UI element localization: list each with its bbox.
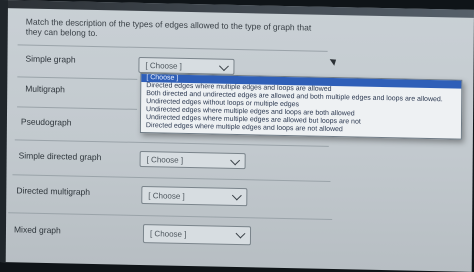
- select-value: [ Choose ]: [148, 190, 185, 201]
- window-left-bar: [0, 0, 9, 263]
- divider: [12, 174, 331, 182]
- divider: [8, 212, 333, 220]
- chevron-down-icon: [219, 61, 229, 72]
- label-multigraph: Multigraph: [25, 83, 65, 95]
- divider: [14, 139, 329, 147]
- select-value: [ Choose ]: [145, 60, 182, 71]
- label-simple-graph: Simple graph: [25, 53, 76, 65]
- label-mixed-graph: Mixed graph: [13, 224, 61, 236]
- question-text: Match the description of the types of ed…: [25, 16, 312, 39]
- dropdown-options-list: [ Choose ] Directed edges where multiple…: [139, 72, 463, 140]
- window-top-strip: [0, 0, 474, 18]
- divider: [17, 76, 138, 80]
- select-value: [ Choose ]: [149, 229, 187, 239]
- select-directed-multigraph[interactable]: [ Choose ]: [141, 185, 248, 207]
- select-value: [ Choose ]: [146, 154, 184, 165]
- divider: [17, 44, 328, 52]
- chevron-down-icon: [230, 155, 241, 166]
- mouse-pointer-icon: [329, 56, 339, 66]
- chevron-down-icon: [231, 190, 242, 201]
- label-pseudograph: Pseudograph: [20, 116, 72, 128]
- divider: [17, 106, 138, 110]
- select-simple-directed-graph[interactable]: [ Choose ]: [139, 150, 246, 170]
- label-simple-directed-graph: Simple directed graph: [18, 150, 102, 163]
- quiz-panel: Match the description of the types of ed…: [0, 0, 474, 272]
- chevron-down-icon: [235, 228, 246, 239]
- select-mixed-graph[interactable]: [ Choose ]: [142, 224, 252, 246]
- label-directed-multigraph: Directed multigraph: [16, 185, 91, 197]
